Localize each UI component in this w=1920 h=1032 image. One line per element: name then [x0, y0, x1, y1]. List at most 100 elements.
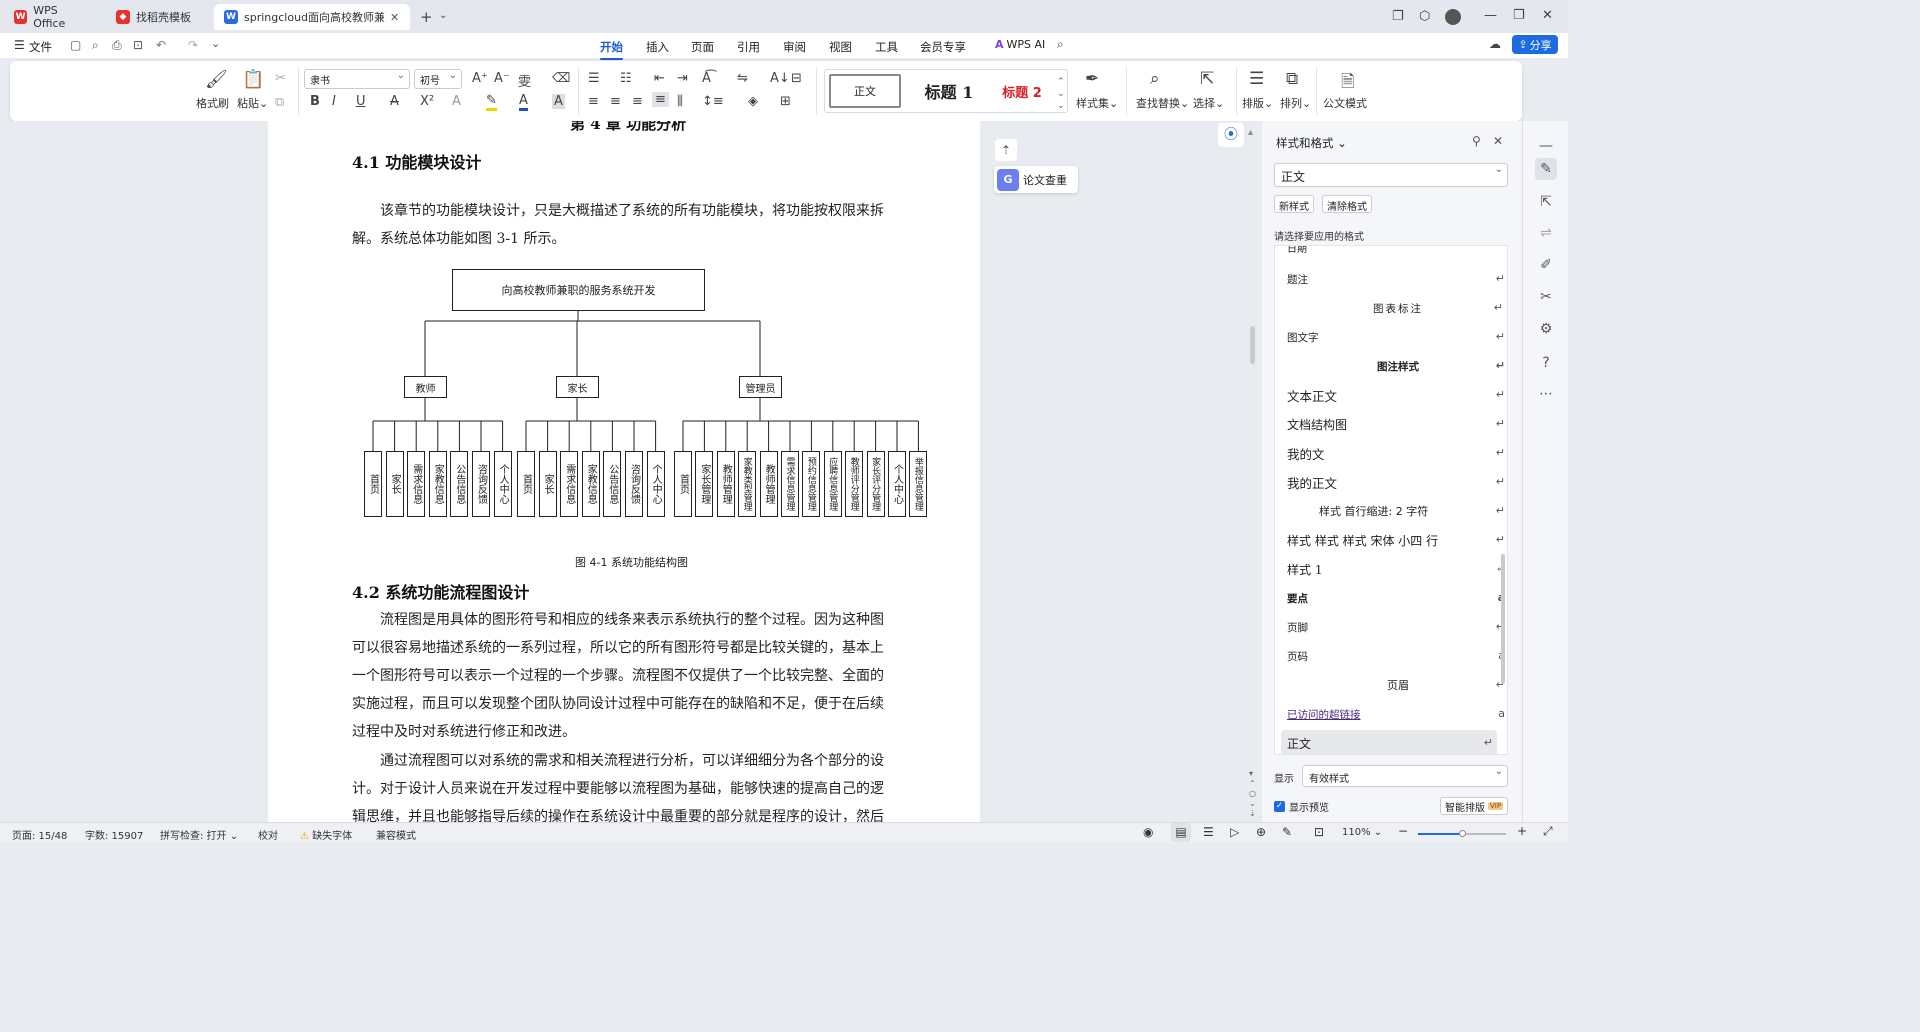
official-doc-icon[interactable]: 🗎 [1341, 69, 1355, 98]
find-replace-button[interactable]: 查找替换⌄ [1136, 95, 1189, 111]
cube-icon[interactable]: ⬡ [1419, 9, 1430, 24]
indent-icon[interactable]: ⇥ [677, 71, 688, 86]
menu-view[interactable]: 视图 [829, 39, 852, 55]
text-direction-icon[interactable]: ⇋ [737, 71, 748, 86]
justify-icon[interactable]: ≡ [652, 92, 669, 107]
word-count[interactable]: 字数: 15907 [85, 827, 143, 842]
style-item[interactable]: 图注样式 ↵ [1287, 353, 1507, 379]
help-icon[interactable]: ? [1535, 352, 1557, 374]
file-menu[interactable]: 文件 [29, 39, 52, 55]
border-icon[interactable]: ⊞ [780, 94, 791, 109]
zoom-slider-track[interactable] [1418, 830, 1506, 837]
hamburger-icon[interactable]: ☰ [14, 38, 25, 52]
print-preview-icon[interactable]: ⊡ [133, 38, 143, 52]
official-doc-button[interactable]: 公文模式 [1323, 95, 1367, 111]
shrink-font-icon[interactable]: A⁻ [494, 71, 510, 86]
page-view-icon[interactable]: ▤ [1171, 823, 1191, 842]
gallery-scroll-icon[interactable]: ⌃ ⌄ ⌄ [1057, 76, 1065, 112]
puzzle-icon[interactable]: ⚙ [1535, 318, 1557, 340]
text-effect-icon[interactable]: A [452, 94, 461, 109]
minimize-icon[interactable]: — [1484, 8, 1497, 23]
minimize-bar-icon[interactable]: — [1535, 135, 1557, 157]
underline-icon[interactable]: U [356, 94, 366, 109]
select-button[interactable]: 选择⌄ [1193, 95, 1224, 111]
style-item[interactable]: 页眉 ↵ [1287, 672, 1507, 698]
paste-icon[interactable]: 📋 [242, 69, 264, 90]
phonetic-icon[interactable]: 雯 [518, 71, 531, 90]
find-replace-icon[interactable]: ⌕ [1150, 69, 1160, 89]
format-painter-icon[interactable]: 🖌 [205, 69, 228, 90]
show-filter-select[interactable]: 有效样式 [1302, 765, 1508, 787]
highlight-icon[interactable]: ✎ [486, 94, 497, 111]
proofread[interactable]: 校对 [258, 827, 278, 842]
style-item[interactable]: 图文字 ↵ [1287, 324, 1507, 350]
arrange-button[interactable]: 排列⌄ [1280, 95, 1311, 111]
fit-icon[interactable]: ⊡ [1314, 825, 1324, 839]
style-heading1[interactable]: 标题 1 [909, 74, 989, 108]
outdent-icon[interactable]: ⇤ [654, 71, 665, 86]
style-set-button[interactable]: 样式集⌄ [1076, 95, 1118, 111]
format-painter-button[interactable]: 格式刷 [196, 95, 229, 111]
style-item[interactable]: 已访问的超链接 a [1287, 701, 1507, 727]
style-item[interactable]: 页脚↵ [1287, 614, 1507, 640]
numbering-icon[interactable]: ☷ [620, 71, 632, 86]
restore-icon[interactable]: ❐ [1513, 8, 1525, 23]
search-icon[interactable]: ⌕ [1057, 37, 1064, 52]
style-normal[interactable]: 正文 [829, 74, 901, 108]
align-left-icon[interactable]: ≡ [588, 94, 599, 109]
zoom-in-icon[interactable]: + [1517, 824, 1527, 838]
wps-ai-button[interactable]: A WPS AI [995, 38, 1045, 51]
style-item[interactable]: 图表标注 ↵ [1287, 295, 1507, 321]
spell-check[interactable]: 拼写检查: 打开 ⌄ [160, 827, 238, 842]
style-item[interactable]: 文本正文 ↵ [1287, 382, 1507, 408]
pen-view-icon[interactable]: ✎ [1282, 825, 1292, 839]
font-color-icon[interactable]: A [519, 94, 528, 111]
shading-icon[interactable]: ◈ [748, 94, 758, 109]
pin-icon[interactable]: ⚲ [1472, 134, 1481, 148]
style-list-scrollbar[interactable] [1501, 554, 1505, 684]
layout-icon[interactable]: ☰ [1249, 69, 1264, 89]
more-icon[interactable]: ⌄ [211, 37, 220, 50]
edit-icon[interactable]: ✐ [1535, 254, 1557, 276]
eye-icon[interactable]: ◉ [1143, 825, 1153, 839]
style-item[interactable]: 日期 [1287, 246, 1507, 260]
style-item[interactable]: 样式 样式 样式 宋体 小四 行 ↵ [1287, 527, 1507, 553]
panel-title[interactable]: 样式和格式 ⌄ [1276, 135, 1347, 151]
tab-wps-office[interactable]: W WPS Office [4, 4, 100, 30]
new-style-button[interactable]: 新样式 [1274, 195, 1314, 213]
menu-home[interactable]: 开始 [600, 39, 623, 60]
chinese-layout-icon[interactable]: A͡ [702, 71, 711, 86]
web-view-icon[interactable]: ⊕ [1256, 825, 1266, 839]
redo-icon[interactable]: ↷ [188, 38, 198, 52]
style-item[interactable]: 要点a [1287, 585, 1507, 611]
strikethrough-icon[interactable]: A [390, 94, 399, 109]
close-window-icon[interactable]: ✕ [1542, 8, 1553, 23]
show-preview-checkbox[interactable]: ✓ 显示预览 [1274, 799, 1329, 814]
distribute-icon[interactable]: ⫼ [677, 94, 683, 109]
missing-font[interactable]: ⚠ 缺失字体 [300, 827, 352, 842]
menu-insert[interactable]: 插入 [646, 39, 669, 55]
new-tab-icon[interactable]: + [420, 8, 433, 26]
style-item[interactable]: 文档结构图 ↵ [1287, 411, 1507, 437]
export-icon[interactable]: ⌕ [92, 38, 99, 53]
style-heading2[interactable]: 标题 2 [989, 74, 1055, 108]
align-center-icon[interactable]: ≡ [610, 94, 621, 109]
menu-review[interactable]: 审阅 [783, 39, 806, 55]
cloud-icon[interactable]: ☁ [1489, 37, 1501, 51]
align-right-icon[interactable]: ≡ [632, 94, 643, 109]
show-marks-icon[interactable]: ⊟ [791, 71, 802, 86]
zoom-out-icon[interactable]: − [1398, 824, 1408, 838]
outline-view-icon[interactable]: ☰ [1203, 825, 1214, 839]
line-spacing-icon[interactable]: ↕≡ [702, 94, 724, 109]
bold-icon[interactable]: B [310, 94, 320, 109]
undo-icon[interactable]: ↶ [156, 38, 166, 52]
clear-format-icon[interactable]: ⌫ [552, 71, 570, 86]
font-name-select[interactable]: 隶书 [304, 69, 410, 89]
print-icon[interactable]: ⎙ [112, 38, 122, 53]
location-pin-icon[interactable]: ⦿ [1218, 123, 1244, 147]
bullets-icon[interactable]: ☰ [588, 71, 600, 86]
sort-icon[interactable]: A↓ [770, 71, 790, 86]
collapse-icon[interactable]: ⇡ [995, 139, 1017, 161]
window-icon[interactable]: ❐ [1392, 9, 1404, 24]
tab-list-icon[interactable]: ⌄ [439, 10, 447, 21]
